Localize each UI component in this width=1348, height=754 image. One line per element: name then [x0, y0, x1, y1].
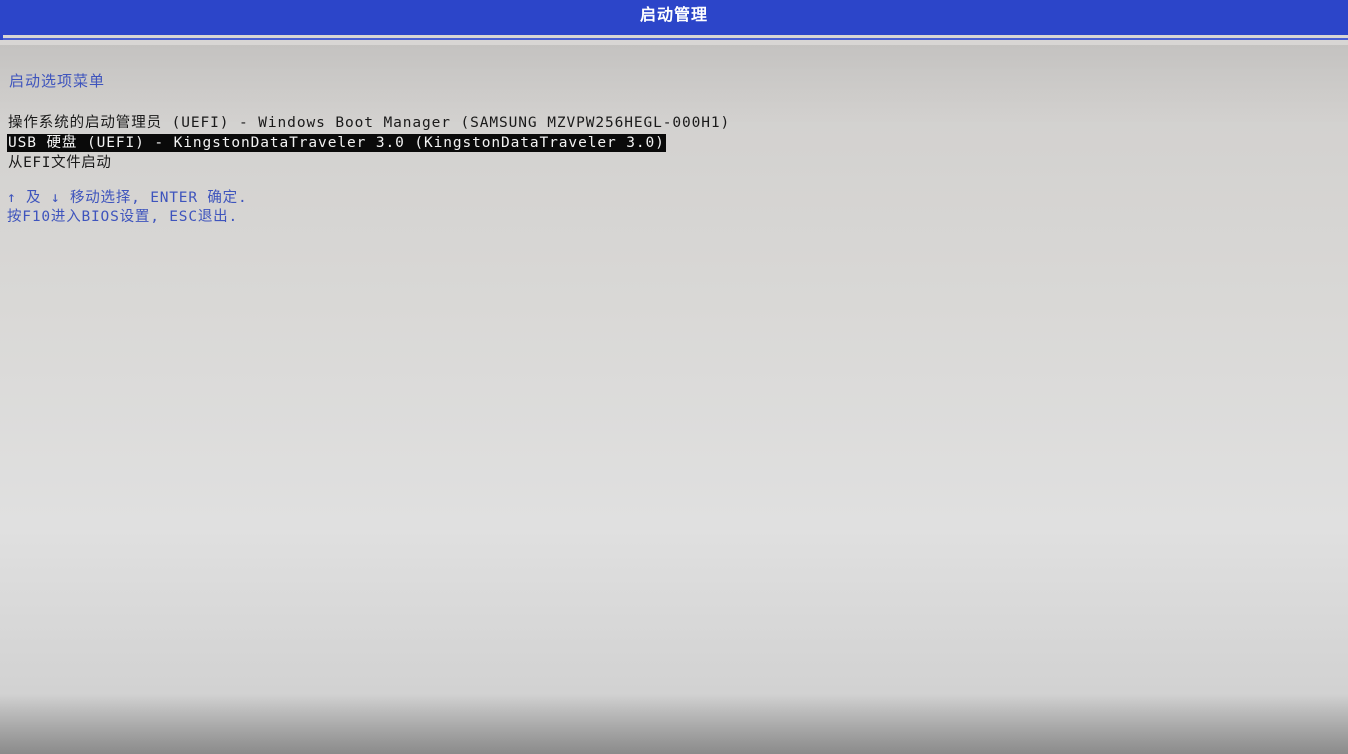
title-bar-divider [0, 31, 1348, 45]
bottom-shadow [0, 694, 1348, 754]
boot-option-usb-kingston[interactable]: USB 硬盘 (UEFI) - KingstonDataTraveler 3.0… [7, 132, 731, 152]
title-bar: 启动管理 [0, 0, 1348, 31]
boot-option-label: 从EFI文件启动 [8, 155, 112, 171]
boot-option-label: 操作系统的启动管理员 (UEFI) - Windows Boot Manager… [8, 115, 731, 131]
boot-options-list: 操作系统的启动管理员 (UEFI) - Windows Boot Manager… [7, 112, 731, 172]
left-edge-border [0, 0, 3, 40]
boot-option-efi-file[interactable]: 从EFI文件启动 [7, 152, 731, 172]
boot-option-windows-boot-manager[interactable]: 操作系统的启动管理员 (UEFI) - Windows Boot Manager… [7, 112, 731, 132]
page-title: 启动管理 [639, 5, 708, 24]
key-hints: ↑ 及 ↓ 移动选择, ENTER 确定. 按F10进入BIOS设置, ESC退… [7, 189, 248, 227]
bios-hint: 按F10进入BIOS设置, ESC退出. [7, 209, 238, 225]
navigate-hint: ↑ 及 ↓ 移动选择, ENTER 确定. [7, 190, 248, 206]
boot-option-label-selected: USB 硬盘 (UEFI) - KingstonDataTraveler 3.0… [7, 134, 666, 152]
boot-menu-heading: 启动选项菜单 [9, 72, 106, 90]
